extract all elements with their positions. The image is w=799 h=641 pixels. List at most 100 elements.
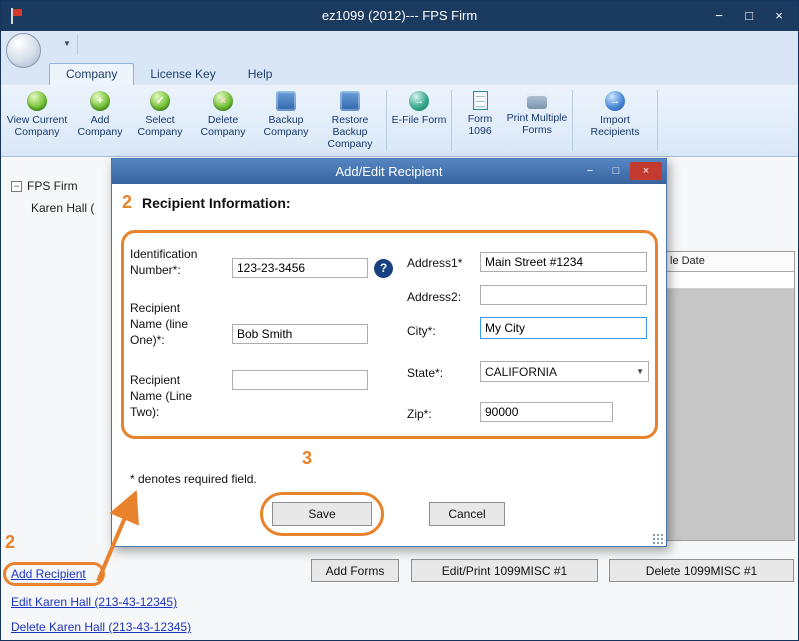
ribbon-chrome: ▼ Company License Key Help (1, 31, 798, 85)
tree-expander-icon[interactable]: − (11, 181, 22, 192)
ribbon-button-restore-backup-company[interactable]: Restore Backup Company (317, 88, 383, 153)
ribbon: View Current Company + Add Company ✓ Sel… (1, 85, 798, 157)
ribbon-button-label: Select Company (129, 114, 191, 138)
ribbon-button-label: Delete Company (191, 114, 255, 138)
combo-dropdown-icon: ▼ (632, 367, 644, 376)
tab-license-key[interactable]: License Key (134, 64, 231, 85)
minimize-button[interactable]: − (704, 1, 734, 31)
forms-grid: le Date (665, 251, 795, 541)
ribbon-button-backup-company[interactable]: Backup Company (255, 88, 317, 153)
dialog-maximize-button[interactable]: □ (604, 162, 628, 180)
tab-company[interactable]: Company (49, 63, 134, 85)
restore-backup-icon (340, 91, 360, 111)
maximize-button[interactable]: □ (734, 1, 764, 31)
address1-input[interactable] (480, 252, 647, 272)
ribbon-button-view-current-company[interactable]: View Current Company (3, 88, 71, 153)
edit-karen-hall-link[interactable]: Edit Karen Hall (213-43-12345) (11, 595, 177, 609)
recipient-name-line-two-input[interactable] (232, 370, 368, 390)
recipient-name-line-one-label: Recipient Name (line One)*: (130, 300, 212, 349)
ribbon-separator (451, 90, 452, 151)
resize-grip-icon[interactable] (652, 533, 663, 544)
dialog-titlebar: Add/Edit Recipient − □ × (112, 159, 666, 184)
tree-item-label: Karen Hall ( (31, 201, 94, 215)
city-input[interactable] (480, 317, 647, 339)
ribbon-button-label: View Current Company (3, 114, 71, 138)
ribbon-tabs: Company License Key Help (49, 63, 288, 85)
recipient-name-line-one-input[interactable] (232, 324, 368, 344)
ribbon-button-select-company[interactable]: ✓ Select Company (129, 88, 191, 153)
grid-column-header[interactable]: le Date (666, 252, 794, 272)
ribbon-button-label: E-File Form (392, 114, 447, 126)
state-select[interactable]: CALIFORNIA ▼ (480, 361, 649, 382)
recipient-name-line-two-label: Recipient Name (Line Two): (130, 372, 212, 421)
quick-access-dropdown-icon[interactable]: ▼ (63, 39, 71, 48)
recipient-information-heading: Recipient Information: (142, 195, 291, 211)
plus-glyph: + (97, 95, 103, 108)
delete-company-icon: × (213, 91, 233, 111)
ribbon-separator (386, 90, 387, 151)
ribbon-button-label: Restore Backup Company (317, 114, 383, 150)
titlebar: ez1099 (2012)--- FPS Firm − □ × (1, 1, 798, 31)
window-title: ez1099 (2012)--- FPS Firm (1, 1, 798, 31)
window-controls: − □ × (704, 1, 794, 31)
dialog-minimize-button[interactable]: − (578, 162, 602, 180)
help-icon[interactable]: ? (374, 259, 393, 278)
ribbon-button-import-recipients[interactable]: → Import Recipients (576, 88, 654, 153)
dialog-title: Add/Edit Recipient (336, 164, 443, 179)
arrow-glyph: → (610, 95, 621, 108)
dialog-body: 2 Recipient Information: Identification … (112, 184, 666, 546)
ribbon-button-print-multiple-forms[interactable]: Print Multiple Forms (505, 88, 569, 153)
app-menu-orb[interactable] (6, 33, 41, 68)
ribbon-button-add-company[interactable]: + Add Company (71, 88, 129, 153)
delete-karen-hall-link[interactable]: Delete Karen Hall (213-43-12345) (11, 620, 191, 634)
dialog-window-controls: − □ × (578, 162, 662, 180)
state-selected-value: CALIFORNIA (485, 365, 557, 379)
ribbon-button-label: Backup Company (255, 114, 317, 138)
add-forms-button[interactable]: Add Forms (311, 559, 399, 582)
zip-label: Zip*: (407, 406, 432, 422)
tab-help[interactable]: Help (232, 64, 289, 85)
tree-item-label: FPS Firm (27, 179, 78, 193)
zip-input[interactable] (480, 402, 613, 422)
annotation-step-3: 3 (302, 448, 312, 469)
app-window: ez1099 (2012)--- FPS Firm − □ × ▼ Compan… (0, 0, 799, 641)
tree-item-fps-firm[interactable]: − FPS Firm (11, 179, 78, 193)
quick-access-separator (77, 35, 78, 55)
ribbon-button-efile-form[interactable]: → E-File Form (390, 88, 448, 153)
identification-number-label: Identification Number*: (130, 246, 226, 278)
ribbon-button-form-1096[interactable]: Form 1096 (455, 88, 505, 153)
identification-number-input[interactable] (232, 258, 368, 278)
add-edit-recipient-dialog: Add/Edit Recipient − □ × 2 Recipient Inf… (111, 158, 667, 547)
cancel-button[interactable]: Cancel (429, 502, 505, 526)
ribbon-separator (657, 90, 658, 151)
annotation-step-2: 2 (122, 192, 132, 213)
close-button[interactable]: × (764, 1, 794, 31)
import-recipients-icon: → (605, 91, 625, 111)
required-field-note: * denotes required field. (130, 472, 257, 486)
arrow-glyph: → (414, 95, 425, 108)
grid-row (666, 272, 794, 289)
form-1096-icon (473, 91, 488, 110)
backup-company-icon (276, 91, 296, 111)
delete-1099misc-button[interactable]: Delete 1099MISC #1 (609, 559, 794, 582)
save-button[interactable]: Save (272, 502, 372, 526)
add-company-icon: + (90, 91, 110, 111)
print-multiple-forms-icon (527, 93, 547, 109)
tree-item-karen-hall[interactable]: Karen Hall ( (31, 201, 94, 215)
city-label: City*: (407, 323, 436, 339)
state-label: State*: (407, 365, 443, 381)
efile-form-icon: → (409, 91, 429, 111)
edit-print-1099misc-button[interactable]: Edit/Print 1099MISC #1 (411, 559, 598, 582)
ribbon-button-label: Form 1096 (455, 113, 505, 137)
select-company-icon: ✓ (150, 91, 170, 111)
ribbon-separator (572, 90, 573, 151)
ribbon-button-label: Import Recipients (576, 114, 654, 138)
ribbon-button-delete-company[interactable]: × Delete Company (191, 88, 255, 153)
cross-glyph: × (220, 95, 226, 108)
check-glyph: ✓ (155, 95, 164, 108)
ribbon-button-label: Print Multiple Forms (505, 112, 569, 136)
ribbon-button-label: Add Company (71, 114, 129, 138)
address2-input[interactable] (480, 285, 647, 305)
dialog-close-button[interactable]: × (630, 162, 662, 180)
annotation-step-2-link: 2 (5, 532, 15, 553)
